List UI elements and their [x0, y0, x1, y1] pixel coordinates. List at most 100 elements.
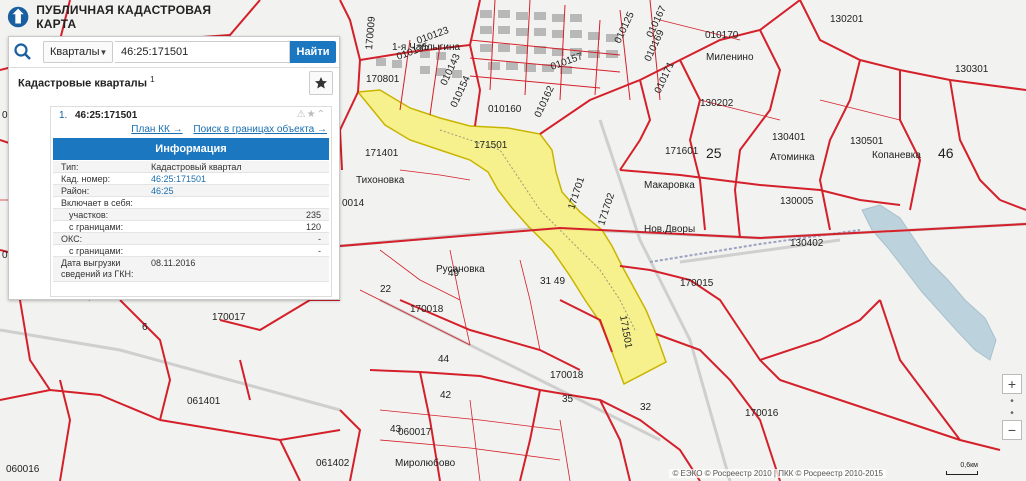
result-links: План КК → Поиск в границах объекта →: [51, 124, 327, 135]
info-row-plots: участков: 235: [53, 209, 329, 221]
zoom-level-mark: •: [1010, 408, 1014, 419]
field-value[interactable]: 46:25:171501: [151, 174, 206, 184]
section-title: Кадастровые кварталы 1: [18, 75, 155, 90]
map-label: 171601: [665, 146, 699, 157]
info-row-includes: Включает в себя:: [53, 197, 329, 209]
field-label: Включает в себя:: [61, 198, 133, 208]
app-header: ПУБЛИЧНАЯ КАДАСТРОВАЯ КАРТА: [0, 0, 240, 34]
settlement-label: Макаровка: [644, 180, 695, 191]
district-number: 25: [706, 145, 722, 161]
parcel-number: 49: [448, 268, 460, 279]
info-row-district: Район: 46:25: [53, 185, 329, 197]
info-header[interactable]: Информация: [53, 138, 329, 160]
map-label: 060016: [6, 464, 40, 475]
settlement-label: Тихоновка: [356, 175, 405, 186]
info-row-cadnum: Кад. номер: 46:25:171501: [53, 173, 329, 185]
result-header: 1. 46:25:171501 ⚠★⌃: [51, 107, 331, 123]
map-label: 061402: [316, 458, 350, 469]
result-card: 1. 46:25:171501 ⚠★⌃ План КК → Поиск в гр…: [50, 106, 332, 297]
search-icon[interactable]: [13, 42, 35, 62]
map-label: 130401: [772, 132, 806, 143]
map-label: 130501: [850, 136, 884, 147]
search-type-select[interactable]: Кварталы ▼: [43, 41, 113, 63]
map-label: 061401: [187, 396, 221, 407]
parcel-number: 0014: [342, 198, 365, 209]
field-value: -: [318, 246, 321, 256]
settlement-label: Копаневка: [872, 150, 921, 161]
info-row-date: Дата выгрузки сведений из ГКН: 08.11.201…: [53, 257, 329, 282]
chevron-down-icon: ▼: [99, 47, 108, 57]
map-label: 130301: [955, 64, 989, 75]
map-label: 171501: [474, 140, 508, 151]
map-label: 130005: [780, 196, 814, 207]
zoom-out-button[interactable]: −: [1002, 420, 1022, 440]
map-label: 170801: [366, 74, 400, 85]
field-value: -: [318, 234, 321, 244]
map-label: 170016: [745, 408, 779, 419]
plan-link[interactable]: План КК →: [131, 124, 182, 135]
scale-bar: [946, 471, 978, 475]
result-number: 1.: [59, 110, 68, 121]
map-label: 170015: [680, 278, 714, 289]
parcel-number: 42: [440, 390, 452, 401]
zoom-controls: + • • −: [1002, 374, 1022, 454]
map-label: 170018: [550, 370, 584, 381]
field-value: 120: [305, 222, 321, 232]
favorite-button[interactable]: [309, 71, 333, 95]
section-header: Кадастровые кварталы 1: [9, 68, 339, 96]
search-panel: Кварталы ▼ Найти Кадастровые кварталы 1 …: [8, 36, 340, 300]
settlement-label: Русановка: [436, 264, 485, 275]
map-label: 171401: [365, 148, 399, 159]
map-label: 170018: [410, 304, 444, 315]
star-icon: [315, 77, 327, 89]
info-table: Тип: Кадастровый квартал Кад. номер: 46:…: [53, 161, 329, 282]
parcel-number: 32: [640, 402, 652, 413]
star-outline-icon[interactable]: ★: [307, 109, 317, 120]
field-label: ОКС:: [61, 234, 83, 244]
field-value: 08.11.2016: [151, 258, 196, 268]
field-label: с границами:: [69, 222, 124, 232]
settlement-label: Нов.Дворы: [644, 224, 695, 235]
field-value: Кадастровый квартал: [151, 162, 242, 172]
warning-icon[interactable]: ⚠: [297, 109, 307, 120]
parcel-number: 35: [562, 394, 574, 405]
parcel-number: 44: [438, 354, 450, 365]
settlement-label: Атоминка: [770, 152, 815, 163]
field-label: с границами:: [69, 246, 124, 256]
field-label: Дата выгрузки сведений из ГКН:: [61, 258, 134, 279]
map-label: 010160: [488, 104, 522, 115]
section-title-text: Кадастровые кварталы: [18, 77, 148, 90]
info-row-type: Тип: Кадастровый квартал: [53, 161, 329, 173]
settlement-label: Миролюбово: [395, 457, 456, 469]
map-label: 130202: [700, 98, 734, 109]
result-id[interactable]: 46:25:171501: [75, 110, 137, 121]
attribution: © ЕЭКО © Росреестр 2010 | ПКК © Росреест…: [669, 469, 886, 478]
parcel-number: 6: [142, 322, 148, 333]
settlement-label: Миленино: [706, 52, 754, 63]
app-title: ПУБЛИЧНАЯ КАДАСТРОВАЯ КАРТА: [36, 3, 212, 31]
field-label: Район:: [61, 186, 90, 196]
search-input[interactable]: [115, 41, 290, 63]
chevron-up-icon[interactable]: ⌃: [317, 109, 326, 120]
info-row-oks: ОКС: -: [53, 233, 329, 245]
field-value[interactable]: 46:25: [151, 186, 174, 196]
map-label: 130402: [790, 238, 824, 249]
result-actions: ⚠★⌃: [297, 109, 326, 120]
parcel-number: 31 49: [540, 276, 565, 287]
search-bar: Кварталы ▼ Найти: [9, 37, 339, 68]
rosreestr-logo-icon[interactable]: [6, 4, 30, 30]
zoom-level-mark: •: [1010, 396, 1014, 407]
map-label: 010170: [705, 30, 739, 41]
field-value: 235: [305, 210, 321, 220]
map-label: 170017: [212, 312, 246, 323]
field-label: участков:: [69, 210, 109, 220]
scale-label: 0,6км: [960, 462, 978, 469]
map-label: 060017: [398, 427, 432, 438]
search-within-link[interactable]: Поиск в границах объекта →: [193, 124, 327, 135]
find-button[interactable]: Найти: [290, 41, 336, 63]
parcel-number: 22: [380, 284, 392, 295]
zoom-in-button[interactable]: +: [1002, 374, 1022, 394]
result-count: 1: [150, 75, 155, 84]
info-row-plots-bounded: с границами: 120: [53, 221, 329, 233]
field-label: Тип:: [61, 162, 79, 172]
